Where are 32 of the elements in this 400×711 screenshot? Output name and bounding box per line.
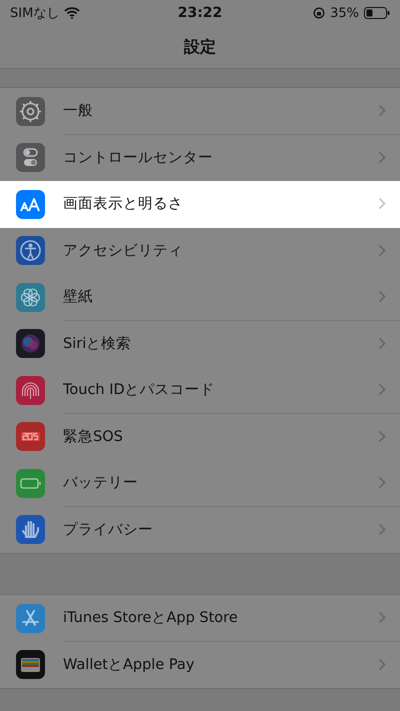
row-label: バッテリー — [63, 474, 139, 492]
chevron-icon — [378, 197, 386, 210]
row-label: 緊急SOS — [63, 428, 124, 446]
chevron-icon — [378, 244, 386, 257]
row-label: コントロールセンター — [63, 148, 214, 167]
row-label: アクセシビリティ — [63, 242, 184, 260]
chevron-icon — [378, 383, 386, 396]
row-label: 一般 — [63, 102, 94, 120]
screen-title: 設定 — [184, 36, 216, 58]
chevron-icon — [378, 150, 386, 164]
chevron-icon — [378, 336, 386, 350]
battery-percent: 35% — [330, 6, 360, 20]
chevron-icon — [378, 611, 386, 624]
row-label: Touch IDとパスコード — [63, 381, 216, 400]
chevron-icon — [378, 290, 386, 304]
clock: 23:22 — [178, 5, 222, 21]
battery-icon — [364, 7, 390, 19]
row-label: iTunes StoreとApp Store — [63, 609, 239, 628]
chevron-icon — [378, 476, 386, 490]
row-label: 画面表示と明るさ — [63, 195, 184, 214]
chevron-icon — [378, 430, 386, 443]
row-label: プライバシー — [63, 520, 154, 540]
chevron-icon — [378, 658, 386, 672]
wifi-icon — [64, 7, 80, 19]
row-label: WalletとApple Pay — [63, 656, 196, 674]
row-label: Siriと検索 — [63, 334, 132, 353]
chevron-icon — [378, 523, 386, 536]
carrier-label: SIMなし — [10, 5, 60, 22]
chevron-icon — [378, 104, 386, 118]
rotation-lock-icon — [313, 7, 326, 19]
settings-row[interactable]: 画面表示と明るさ — [0, 181, 400, 228]
row-label: 壁紙 — [63, 288, 94, 306]
